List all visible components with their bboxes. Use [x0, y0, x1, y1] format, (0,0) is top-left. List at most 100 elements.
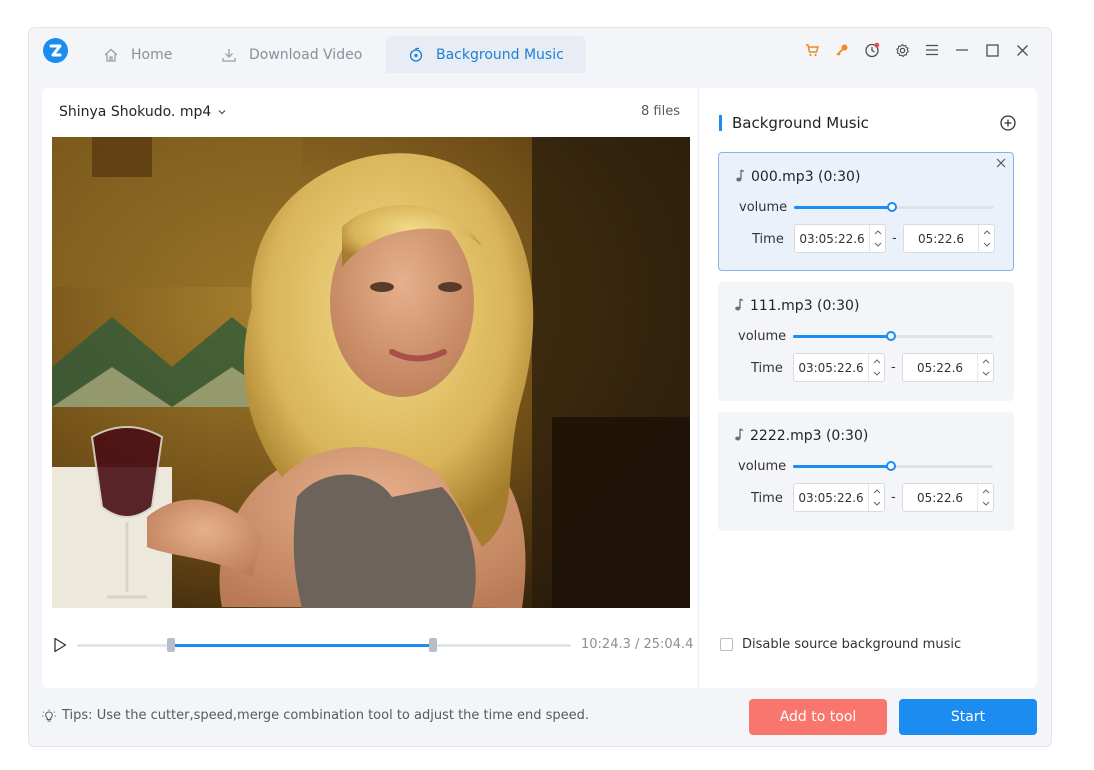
- maximize-icon[interactable]: [977, 40, 1007, 60]
- time-label: Time: [751, 491, 783, 506]
- music-note-icon: [735, 298, 744, 311]
- chevron-up-icon[interactable]: [872, 487, 882, 495]
- tips-bar: Tips: Use the cutter,speed,merge combina…: [42, 708, 589, 723]
- download-icon: [222, 48, 236, 62]
- start-time-stepper[interactable]: [869, 225, 885, 252]
- chevron-up-icon[interactable]: [982, 228, 992, 236]
- end-time-stepper[interactable]: [978, 225, 994, 252]
- time-range-dash: -: [891, 490, 896, 505]
- start-time-value: 03:05:22.6: [798, 360, 864, 375]
- tab-home[interactable]: Home: [103, 36, 172, 73]
- chevron-down-icon[interactable]: [981, 370, 991, 378]
- main-content: Shinya Shokudo. mp4 8 files 10:24.3 / 25…: [42, 88, 1037, 688]
- tab-background-music[interactable]: Background Music: [386, 36, 586, 73]
- volume-slider-knob[interactable]: [887, 202, 897, 212]
- music-card[interactable]: 000.mp3 (0:30) volume Time 03:05:22.6 - 05:22…: [718, 152, 1014, 271]
- volume-slider[interactable]: [793, 461, 993, 471]
- window-toolbar: [797, 40, 1037, 60]
- music-file-name: 000.mp3 (0:30): [751, 169, 861, 185]
- time-range-dash: -: [892, 231, 897, 246]
- file-selector[interactable]: Shinya Shokudo. mp4: [59, 104, 227, 120]
- end-time-field[interactable]: 05:22.6: [903, 224, 995, 253]
- trim-start-handle[interactable]: [166, 638, 175, 652]
- music-card[interactable]: 111.mp3 (0:30) volume Time 03:05:22.6 - 05:22…: [718, 282, 1014, 401]
- start-time-field[interactable]: 03:05:22.6: [793, 353, 885, 382]
- lightbulb-icon: [42, 709, 56, 722]
- time-range-dash: -: [891, 360, 896, 375]
- start-time-stepper[interactable]: [868, 484, 884, 511]
- start-time-value: 03:05:22.6: [798, 490, 864, 505]
- disable-source-music[interactable]: Disable source background music: [720, 637, 961, 652]
- chevron-down-icon[interactable]: [981, 500, 991, 508]
- home-icon: [104, 48, 118, 62]
- close-icon[interactable]: [1007, 40, 1037, 60]
- end-time-value: 05:22.6: [916, 360, 964, 375]
- timeline-selection: [170, 644, 433, 647]
- chevron-down-icon[interactable]: [872, 370, 882, 378]
- update-icon[interactable]: [857, 40, 887, 60]
- background-music-panel: Background Music 000.mp3 (0:30) volume Tim…: [699, 88, 1037, 688]
- video-frame-image: [52, 137, 690, 608]
- tab-home-label: Home: [131, 46, 173, 63]
- video-editor-panel: Shinya Shokudo. mp4 8 files 10:24.3 / 25…: [42, 88, 699, 688]
- remove-music-icon[interactable]: [995, 157, 1007, 169]
- volume-slider-knob[interactable]: [886, 461, 896, 471]
- music-note-icon: [736, 169, 745, 182]
- end-time-stepper[interactable]: [977, 354, 993, 381]
- volume-label: volume: [738, 459, 787, 474]
- file-name: Shinya Shokudo. mp4: [59, 104, 212, 120]
- panel-title: Background Music: [719, 115, 869, 131]
- timeline-track[interactable]: [77, 638, 571, 652]
- end-time-stepper[interactable]: [977, 484, 993, 511]
- video-preview[interactable]: [52, 137, 690, 608]
- trim-end-handle[interactable]: [428, 638, 437, 652]
- add-music-icon[interactable]: [999, 114, 1017, 132]
- start-time-value: 03:05:22.6: [799, 231, 865, 246]
- start-time-field[interactable]: 03:05:22.6: [793, 483, 885, 512]
- volume-label: volume: [739, 200, 788, 215]
- cart-icon[interactable]: [797, 40, 827, 60]
- key-icon[interactable]: [827, 40, 857, 60]
- music-file-name: 111.mp3 (0:30): [750, 298, 860, 314]
- music-file-name: 2222.mp3 (0:30): [750, 428, 869, 444]
- volume-label: volume: [738, 329, 787, 344]
- time-label: Time: [752, 232, 784, 247]
- disable-source-label: Disable source background music: [742, 637, 962, 652]
- play-icon[interactable]: [52, 637, 68, 653]
- volume-slider-fill: [793, 335, 891, 338]
- minimize-icon[interactable]: [947, 40, 977, 60]
- gear-icon[interactable]: [887, 40, 917, 60]
- chevron-down-icon[interactable]: [873, 241, 883, 249]
- file-count: 8 files: [641, 104, 680, 119]
- chevron-up-icon[interactable]: [873, 228, 883, 236]
- end-time-value: 05:22.6: [916, 490, 964, 505]
- volume-slider-knob[interactable]: [886, 331, 896, 341]
- add-to-tool-button[interactable]: Add to tool: [749, 699, 887, 735]
- chevron-up-icon[interactable]: [872, 357, 882, 365]
- start-time-stepper[interactable]: [868, 354, 884, 381]
- start-time-field[interactable]: 03:05:22.6: [794, 224, 886, 253]
- chevron-down-icon: [218, 110, 226, 115]
- menu-icon[interactable]: [917, 40, 947, 60]
- title-bar: Home Download Video Background Music: [29, 28, 1051, 73]
- time-label: Time: [751, 361, 783, 376]
- volume-slider[interactable]: [793, 331, 993, 341]
- music-card[interactable]: 2222.mp3 (0:30) volume Time 03:05:22.6 - 05:2…: [718, 412, 1014, 531]
- chevron-down-icon[interactable]: [982, 241, 992, 249]
- volume-slider[interactable]: [794, 202, 994, 212]
- end-time-value: 05:22.6: [917, 231, 965, 246]
- end-time-field[interactable]: 05:22.6: [902, 483, 994, 512]
- music-note-icon: [735, 428, 744, 441]
- tab-download-video[interactable]: Download Video: [221, 36, 362, 73]
- start-button[interactable]: Start: [899, 699, 1037, 735]
- music-disc-icon: [409, 47, 423, 62]
- tips-text: Tips: Use the cutter,speed,merge combina…: [62, 708, 590, 723]
- tab-background-music-label: Background Music: [436, 46, 564, 63]
- chevron-up-icon[interactable]: [981, 357, 991, 365]
- disable-source-checkbox[interactable]: [720, 638, 733, 651]
- chevron-down-icon[interactable]: [872, 500, 882, 508]
- end-time-field[interactable]: 05:22.6: [902, 353, 994, 382]
- tab-download-video-label: Download Video: [249, 46, 363, 63]
- volume-slider-fill: [793, 465, 891, 468]
- chevron-up-icon[interactable]: [981, 487, 991, 495]
